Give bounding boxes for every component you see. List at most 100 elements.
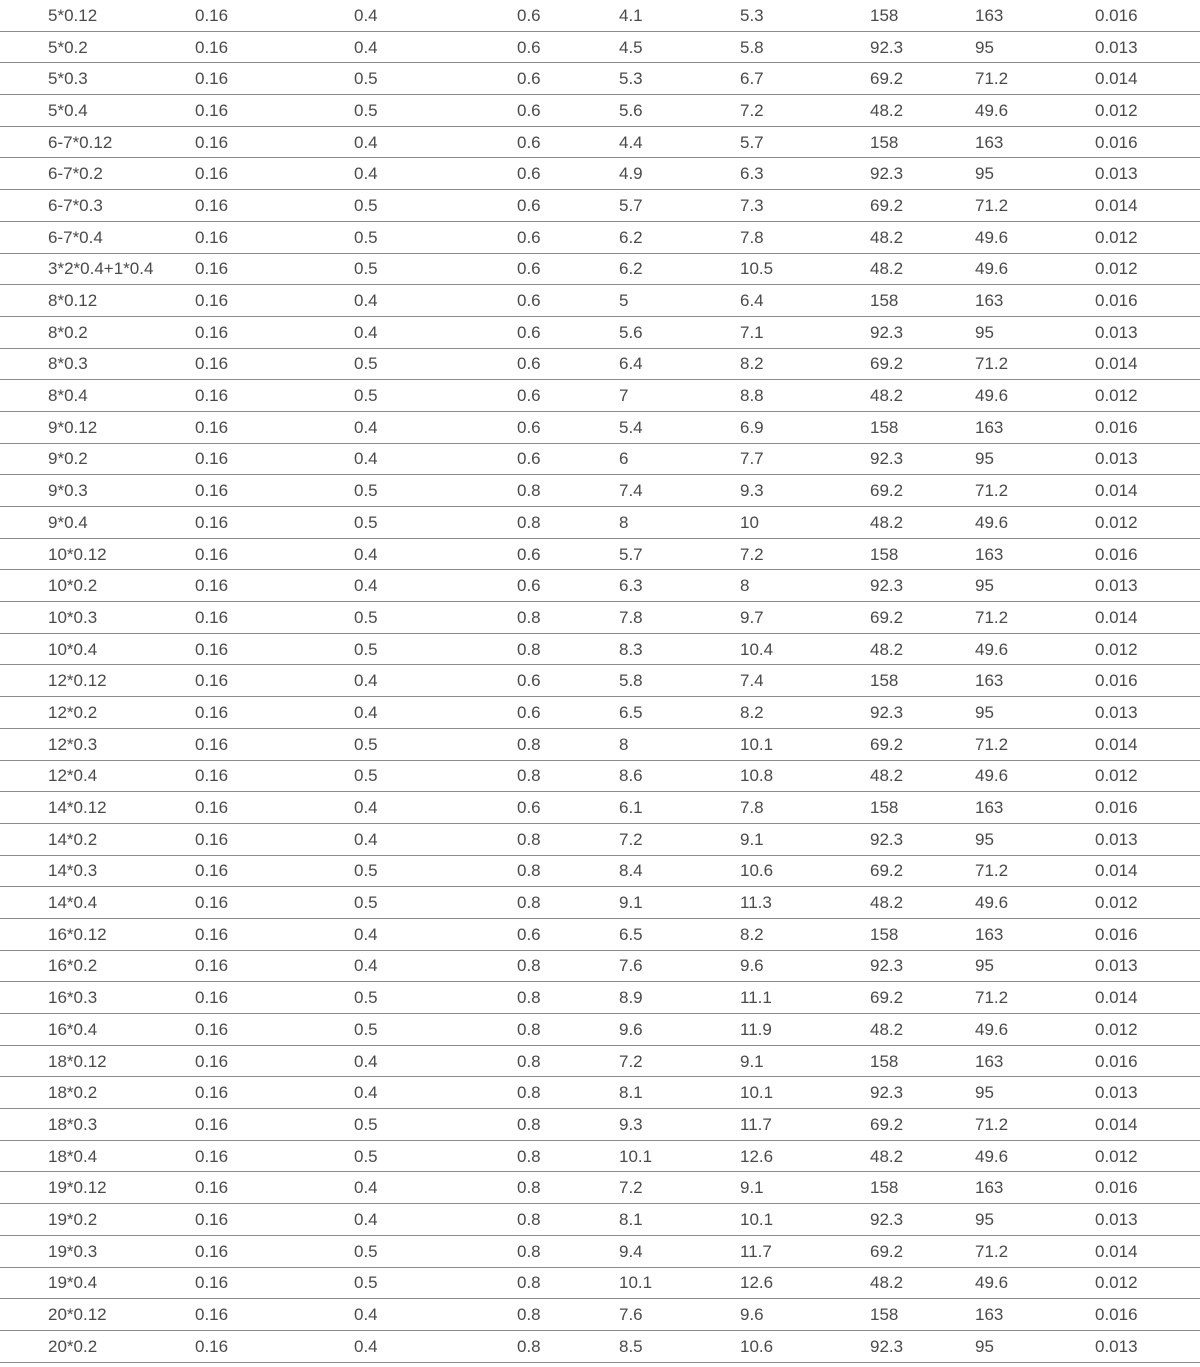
table-row: 6-7*0.2 0.16 0.4 0.6 4.9 6.3 92.3 95 0.013 bbox=[0, 157, 1200, 191]
table-row: 5*0.4 0.16 0.5 0.6 5.6 7.2 48.2 49.6 0.012 bbox=[0, 94, 1200, 127]
table-cell: 0.16 bbox=[195, 569, 354, 603]
table-cell: 163 bbox=[975, 538, 1095, 571]
row-gutter bbox=[0, 1267, 48, 1300]
table-cell: 0.8 bbox=[517, 1013, 619, 1046]
table-cell: 11.9 bbox=[740, 1013, 870, 1046]
table-cell: 0.013 bbox=[1095, 950, 1200, 983]
table-cell: 163 bbox=[975, 284, 1095, 317]
table-cell: 10.1 bbox=[740, 1203, 870, 1236]
table-cell: 0.6 bbox=[517, 126, 619, 159]
table-cell: 0.016 bbox=[1095, 411, 1200, 444]
table-cell: 0.6 bbox=[517, 538, 619, 571]
table-cell: 69.2 bbox=[870, 62, 975, 96]
table-cell: 0.012 bbox=[1095, 253, 1200, 286]
row-gutter bbox=[0, 601, 48, 634]
table-cell: 0.16 bbox=[195, 411, 354, 444]
table-cell: 16*0.2 bbox=[48, 950, 195, 983]
table-cell: 0.16 bbox=[195, 1045, 354, 1078]
table-cell: 0.6 bbox=[517, 696, 619, 729]
row-gutter bbox=[0, 157, 48, 191]
row-gutter bbox=[0, 189, 48, 222]
table-cell: 49.6 bbox=[975, 760, 1095, 793]
table-cell: 0.16 bbox=[195, 284, 354, 317]
table-cell: 0.012 bbox=[1095, 1267, 1200, 1300]
table-cell: 92.3 bbox=[870, 1203, 975, 1236]
row-gutter bbox=[0, 1171, 48, 1205]
table-cell: 48.2 bbox=[870, 1140, 975, 1173]
table-cell: 48.2 bbox=[870, 506, 975, 539]
table-row: 9*0.4 0.16 0.5 0.8 8 10 48.2 49.6 0.012 bbox=[0, 506, 1200, 539]
table-cell: 163 bbox=[975, 126, 1095, 159]
table-cell: 0.4 bbox=[354, 31, 517, 64]
table-cell: 0.5 bbox=[354, 1108, 517, 1141]
row-gutter bbox=[0, 1235, 48, 1268]
table-cell: 0.5 bbox=[354, 348, 517, 381]
table-row: 16*0.3 0.16 0.5 0.8 8.9 11.1 69.2 71.2 0.014 bbox=[0, 981, 1200, 1014]
row-gutter bbox=[0, 316, 48, 349]
table-cell: 7.8 bbox=[619, 601, 740, 634]
table-cell: 8*0.4 bbox=[48, 379, 195, 412]
table-cell: 10.5 bbox=[740, 253, 870, 286]
table-cell: 6-7*0.4 bbox=[48, 221, 195, 254]
table-cell: 6-7*0.2 bbox=[48, 157, 195, 191]
table-cell: 69.2 bbox=[870, 1108, 975, 1141]
table-cell: 0.5 bbox=[354, 728, 517, 761]
table-cell: 8.6 bbox=[619, 760, 740, 793]
table-cell: 9.1 bbox=[740, 1171, 870, 1205]
table-cell: 0.6 bbox=[517, 31, 619, 64]
table-cell: 10*0.2 bbox=[48, 569, 195, 603]
table-cell: 19*0.2 bbox=[48, 1203, 195, 1236]
table-cell: 48.2 bbox=[870, 221, 975, 254]
table-cell: 7 bbox=[619, 379, 740, 412]
table-cell: 6.2 bbox=[619, 221, 740, 254]
table-cell: 0.16 bbox=[195, 94, 354, 127]
table-cell: 0.013 bbox=[1095, 569, 1200, 603]
table-cell: 0.16 bbox=[195, 633, 354, 666]
table-cell: 8.8 bbox=[740, 379, 870, 412]
table-cell: 158 bbox=[870, 918, 975, 951]
table-cell: 95 bbox=[975, 696, 1095, 729]
table-cell: 0.8 bbox=[517, 1298, 619, 1331]
table-cell: 7.1 bbox=[740, 316, 870, 349]
table-cell: 6.3 bbox=[619, 569, 740, 603]
table-cell: 0.4 bbox=[354, 538, 517, 571]
table-cell: 9*0.12 bbox=[48, 411, 195, 444]
table-cell: 158 bbox=[870, 284, 975, 317]
table-cell: 0.8 bbox=[517, 601, 619, 634]
table-cell: 0.16 bbox=[195, 1235, 354, 1268]
table-cell: 0.014 bbox=[1095, 189, 1200, 222]
table-cell: 19*0.12 bbox=[48, 1171, 195, 1205]
table-cell: 0.012 bbox=[1095, 1140, 1200, 1173]
table-cell: 0.5 bbox=[354, 886, 517, 919]
table-cell: 48.2 bbox=[870, 760, 975, 793]
table-cell: 12*0.4 bbox=[48, 760, 195, 793]
table-cell: 0.8 bbox=[517, 633, 619, 666]
table-cell: 163 bbox=[975, 1298, 1095, 1331]
table-cell: 0.16 bbox=[195, 1076, 354, 1110]
table-cell: 69.2 bbox=[870, 474, 975, 507]
table-cell: 0.013 bbox=[1095, 1330, 1200, 1363]
table-cell: 9.1 bbox=[740, 1045, 870, 1078]
table-cell: 0.5 bbox=[354, 62, 517, 96]
table-cell: 7.7 bbox=[740, 443, 870, 476]
table-cell: 5.3 bbox=[619, 62, 740, 96]
table-cell: 10.6 bbox=[740, 1330, 870, 1363]
table-cell: 0.016 bbox=[1095, 664, 1200, 698]
table-cell: 18*0.3 bbox=[48, 1108, 195, 1141]
table-cell: 7.3 bbox=[740, 189, 870, 222]
table-cell: 6.4 bbox=[740, 284, 870, 317]
table-cell: 0.4 bbox=[354, 918, 517, 951]
table-row: 9*0.12 0.16 0.4 0.6 5.4 6.9 158 163 0.016 bbox=[0, 411, 1200, 444]
table-cell: 0.6 bbox=[517, 0, 619, 32]
table-cell: 12*0.2 bbox=[48, 696, 195, 729]
table-cell: 9*0.3 bbox=[48, 474, 195, 507]
row-gutter bbox=[0, 1298, 48, 1331]
table-cell: 0.6 bbox=[517, 284, 619, 317]
table-row: 9*0.2 0.16 0.4 0.6 6 7.7 92.3 95 0.013 bbox=[0, 443, 1200, 476]
table-cell: 0.4 bbox=[354, 0, 517, 32]
table-cell: 10 bbox=[740, 506, 870, 539]
table-cell: 5*0.2 bbox=[48, 31, 195, 64]
table-cell: 0.16 bbox=[195, 0, 354, 32]
table-cell: 8.4 bbox=[619, 855, 740, 888]
table-cell: 0.016 bbox=[1095, 538, 1200, 571]
